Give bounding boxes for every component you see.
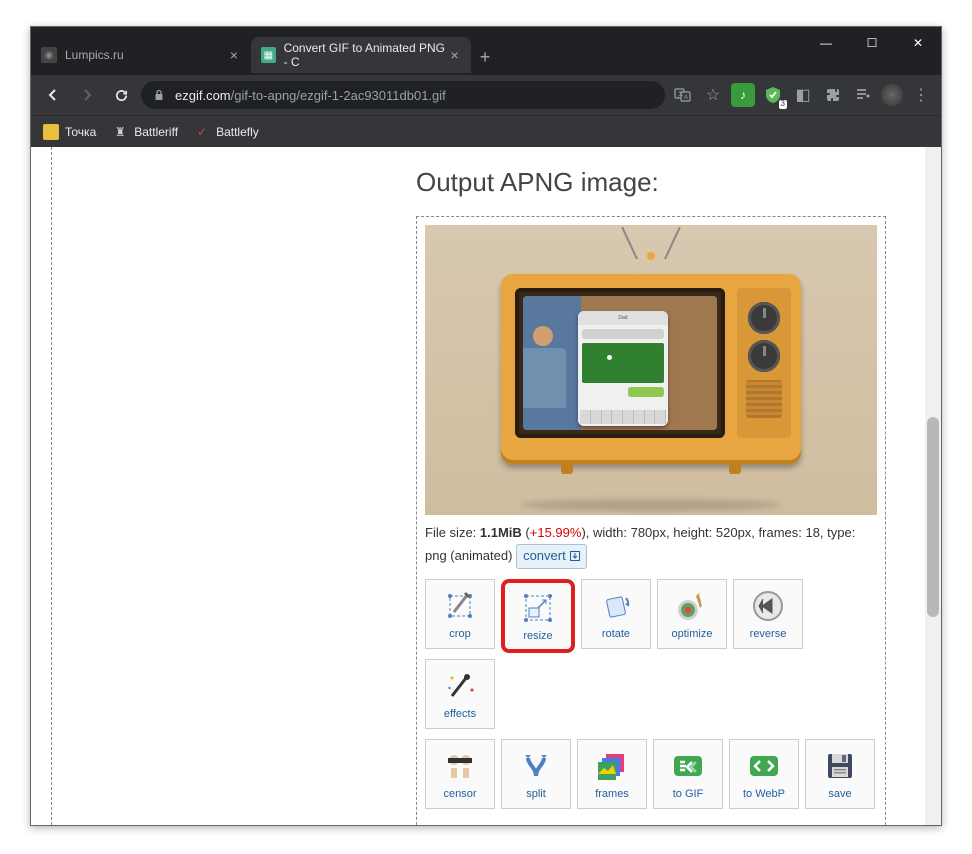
folder-icon (43, 124, 59, 140)
svg-text:A: A (684, 95, 688, 101)
bookmark-icon: ♜ (112, 124, 128, 140)
close-window-button[interactable]: ✕ (895, 27, 941, 59)
favicon-icon: ◉ (41, 47, 57, 63)
tool-optimize[interactable]: optimize (657, 579, 727, 649)
tool-frames[interactable]: frames (577, 739, 647, 809)
bookmark-label: Точка (65, 125, 96, 139)
effects-icon (442, 668, 478, 704)
to-webp-icon (746, 748, 782, 784)
tool-rotate[interactable]: rotate (581, 579, 651, 649)
url-host: ezgif.com (175, 88, 231, 103)
grey-ext-icon[interactable]: ◧ (791, 83, 815, 107)
url-input[interactable]: ezgif.com/gif-to-apng/ezgif-1-2ac93011db… (141, 81, 665, 109)
convert-button[interactable]: convert (516, 544, 587, 569)
minimize-button[interactable]: — (803, 27, 849, 59)
tool-resize[interactable]: resize (501, 579, 575, 653)
left-dashed-border (51, 147, 52, 825)
music-ext-icon[interactable]: ♪ (731, 83, 755, 107)
bookmark-battlefly[interactable]: ✓ Battlefly (194, 124, 259, 140)
file-info-text: File size: 1.1MiB (+15.99%), width: 780p… (425, 523, 877, 569)
page-heading: Output APNG image: (416, 167, 896, 198)
bookmark-tochka[interactable]: Точка (43, 124, 96, 140)
lock-icon (153, 88, 167, 102)
tab-title: Convert GIF to Animated PNG - C (284, 41, 449, 69)
forward-button[interactable] (73, 81, 101, 109)
bookmark-label: Battleriff (134, 125, 178, 139)
close-tab-icon[interactable]: × (227, 48, 241, 62)
tab-bar: ◉ Lumpics.ru × ▦ Convert GIF to Animated… (31, 27, 941, 75)
new-tab-button[interactable]: + (471, 39, 499, 75)
page-viewport: Output APNG image: (31, 147, 941, 825)
adguard-ext-icon[interactable]: 3 (761, 83, 785, 107)
censor-icon (442, 748, 478, 784)
tool-split[interactable]: split (501, 739, 571, 809)
tab-lumpics[interactable]: ◉ Lumpics.ru × (31, 37, 251, 73)
bookmark-icon: ✓ (194, 124, 210, 140)
translate-icon[interactable]: 文A (671, 83, 695, 107)
save-icon (822, 748, 858, 784)
tools-row-1: crop resize rotate (425, 579, 877, 729)
toolbar-extensions: 文A ☆ ♪ 3 ◧ ⋮ (671, 83, 933, 107)
url-path: /gif-to-apng/ezgif-1-2ac93011db01.gif (231, 88, 446, 103)
star-icon[interactable]: ☆ (701, 83, 725, 107)
close-tab-icon[interactable]: × (448, 48, 461, 62)
output-container: Dad (416, 216, 886, 825)
tool-to-webp[interactable]: to WebP (729, 739, 799, 809)
resize-icon (520, 590, 556, 626)
tool-censor[interactable]: censor (425, 739, 495, 809)
extensions-puzzle-icon[interactable] (821, 83, 845, 107)
profile-avatar-icon[interactable] (881, 84, 903, 106)
window-controls: — ☐ ✕ (803, 27, 941, 75)
tab-ezgif[interactable]: ▦ Convert GIF to Animated PNG - C × (251, 37, 471, 73)
bookmarks-bar: Точка ♜ Battleriff ✓ Battlefly (31, 115, 941, 147)
tool-reverse[interactable]: reverse (733, 579, 803, 649)
tool-effects[interactable]: effects (425, 659, 495, 729)
browser-window: ◉ Lumpics.ru × ▦ Convert GIF to Animated… (30, 26, 942, 826)
rotate-icon (598, 588, 634, 624)
reload-button[interactable] (107, 81, 135, 109)
optimize-icon (674, 588, 710, 624)
footer-note: Please do not directly link this file, b… (425, 823, 877, 825)
reverse-icon (750, 588, 786, 624)
reading-list-icon[interactable] (851, 83, 875, 107)
kebab-menu-icon[interactable]: ⋮ (909, 83, 933, 107)
address-bar: ezgif.com/gif-to-apng/ezgif-1-2ac93011db… (31, 75, 941, 115)
to-gif-icon (670, 748, 706, 784)
bookmark-battleriff[interactable]: ♜ Battleriff (112, 124, 178, 140)
back-button[interactable] (39, 81, 67, 109)
tool-to-gif[interactable]: to GIF (653, 739, 723, 809)
tab-title: Lumpics.ru (65, 48, 124, 62)
tool-save[interactable]: save (805, 739, 875, 809)
output-image-preview[interactable]: Dad (425, 225, 877, 515)
tool-crop[interactable]: crop (425, 579, 495, 649)
tools-row-2: censor split frames (425, 739, 877, 809)
frames-icon (594, 748, 630, 784)
maximize-button[interactable]: ☐ (849, 27, 895, 59)
crop-icon (442, 588, 478, 624)
favicon-icon: ▦ (261, 47, 276, 63)
split-icon (518, 748, 554, 784)
bookmark-label: Battlefly (216, 125, 259, 139)
